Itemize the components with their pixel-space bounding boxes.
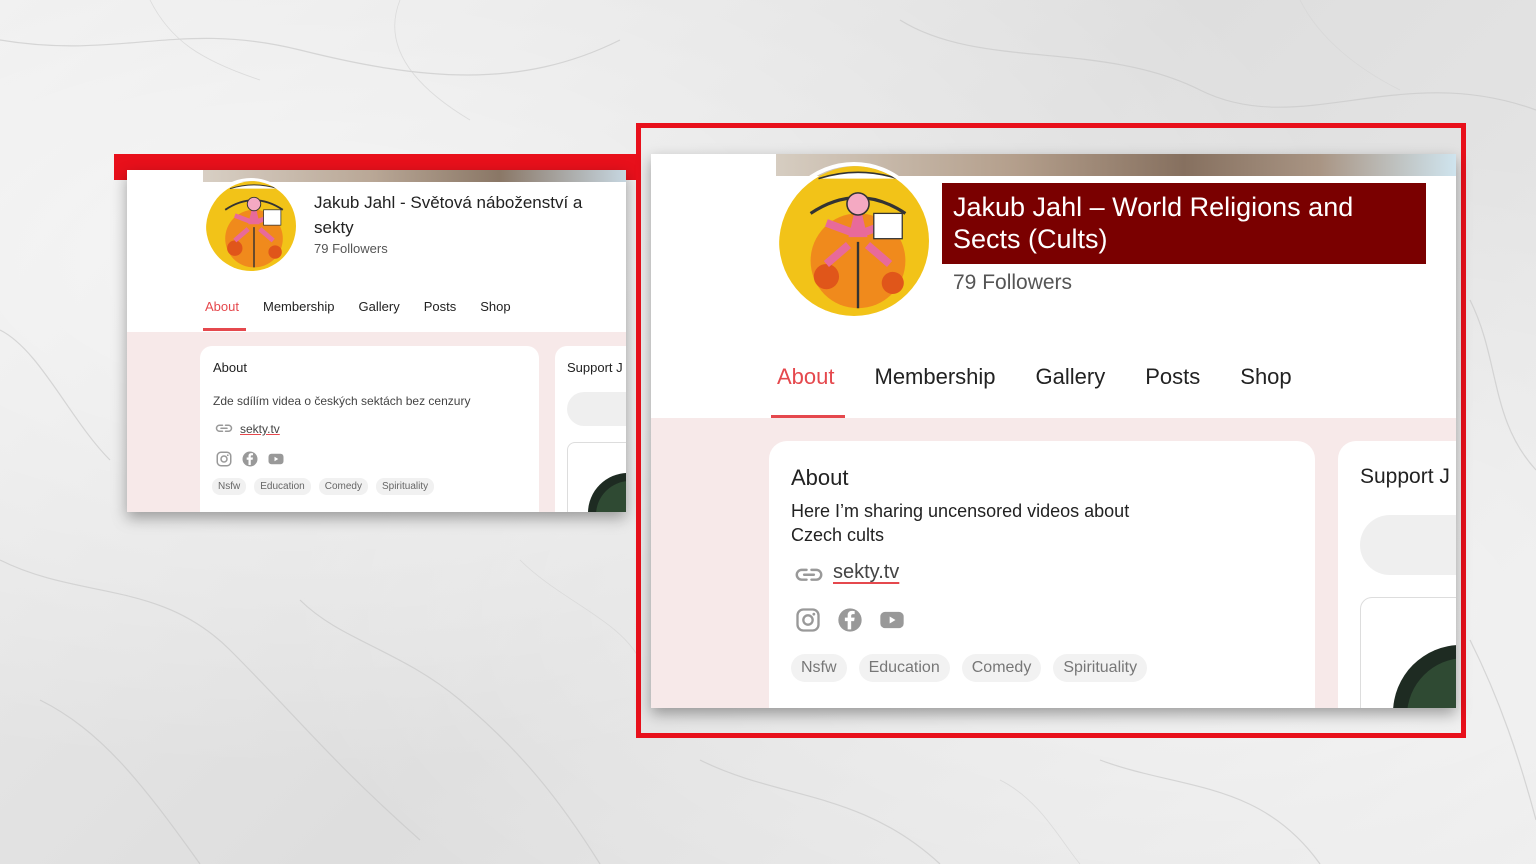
instagram-icon[interactable] bbox=[794, 606, 822, 634]
about-heading: About bbox=[791, 465, 849, 490]
about-card: About Here I’m sharing uncensored videos… bbox=[769, 441, 1315, 708]
tab-shop[interactable]: Shop bbox=[1240, 364, 1291, 390]
link-icon bbox=[215, 424, 233, 432]
tab-shop[interactable]: Shop bbox=[480, 299, 510, 314]
translated-title-box: Jakub Jahl – World Religions and Sects (… bbox=[942, 183, 1426, 264]
avatar bbox=[203, 178, 299, 274]
facebook-icon[interactable] bbox=[241, 450, 259, 468]
profile-tabs: About Membership Gallery Posts Shop bbox=[777, 364, 1292, 390]
translated-profile-screenshot: Jakub Jahl – World Religions and Sects (… bbox=[651, 154, 1456, 708]
avatar bbox=[775, 162, 933, 320]
link-icon bbox=[795, 568, 823, 581]
profile-title: Jakub Jahl - Světová náboženství a sekty bbox=[314, 193, 583, 237]
original-profile-screenshot: Jakub Jahl - Světová náboženství a sekty… bbox=[127, 170, 626, 512]
support-button[interactable] bbox=[567, 392, 626, 426]
category-tags: Nsfw Education Comedy Spirituality bbox=[791, 654, 1148, 682]
tab-about[interactable]: About bbox=[777, 364, 835, 390]
tag-education[interactable]: Education bbox=[858, 654, 950, 682]
category-tags: Nsfw Education Comedy Spirituality bbox=[212, 478, 435, 495]
tier-image bbox=[588, 473, 626, 512]
tab-membership[interactable]: Membership bbox=[875, 364, 996, 390]
tab-gallery[interactable]: Gallery bbox=[359, 299, 400, 314]
avatar-illustration bbox=[206, 181, 296, 271]
tag-education[interactable]: Education bbox=[254, 478, 311, 495]
support-tier-card[interactable] bbox=[567, 442, 626, 512]
instagram-icon[interactable] bbox=[215, 450, 233, 468]
tag-comedy[interactable]: Comedy bbox=[961, 654, 1042, 682]
tag-nsfw[interactable]: Nsfw bbox=[791, 654, 847, 682]
support-tier-card[interactable] bbox=[1360, 597, 1456, 708]
active-tab-indicator bbox=[203, 328, 246, 331]
tab-about[interactable]: About bbox=[205, 299, 239, 314]
avatar-illustration bbox=[779, 166, 929, 316]
support-heading: Support J bbox=[567, 360, 623, 375]
tier-image bbox=[1393, 645, 1456, 708]
profile-tabs: About Membership Gallery Posts Shop bbox=[205, 299, 511, 314]
tab-posts[interactable]: Posts bbox=[1145, 364, 1200, 390]
about-heading: About bbox=[213, 360, 247, 375]
tag-nsfw[interactable]: Nsfw bbox=[212, 478, 247, 495]
support-card: Support J bbox=[1338, 441, 1456, 708]
tab-posts[interactable]: Posts bbox=[424, 299, 457, 314]
youtube-icon[interactable] bbox=[267, 450, 285, 468]
support-button[interactable] bbox=[1360, 515, 1456, 575]
about-card: About Zde sdílím videa o českých sektách… bbox=[200, 346, 539, 512]
support-heading: Support J bbox=[1360, 465, 1450, 488]
tag-comedy[interactable]: Comedy bbox=[318, 478, 368, 495]
profile-title: Jakub Jahl – World Religions and Sects (… bbox=[953, 192, 1354, 254]
website-link[interactable]: sekty.tv bbox=[833, 561, 899, 584]
support-card: Support J bbox=[555, 346, 626, 512]
tag-spirituality[interactable]: Spirituality bbox=[375, 478, 435, 495]
about-text: Zde sdílím videa o českých sektách bez c… bbox=[213, 394, 471, 408]
tab-membership[interactable]: Membership bbox=[263, 299, 335, 314]
tag-spirituality[interactable]: Spirituality bbox=[1053, 654, 1148, 682]
about-text: Here I’m sharing uncensored videos about… bbox=[791, 501, 1130, 545]
tab-gallery[interactable]: Gallery bbox=[1036, 364, 1106, 390]
facebook-icon[interactable] bbox=[836, 606, 864, 634]
followers-count: 79 Followers bbox=[314, 241, 388, 256]
youtube-icon[interactable] bbox=[876, 606, 908, 634]
followers-count: 79 Followers bbox=[953, 271, 1073, 294]
website-link[interactable]: sekty.tv bbox=[240, 422, 280, 436]
